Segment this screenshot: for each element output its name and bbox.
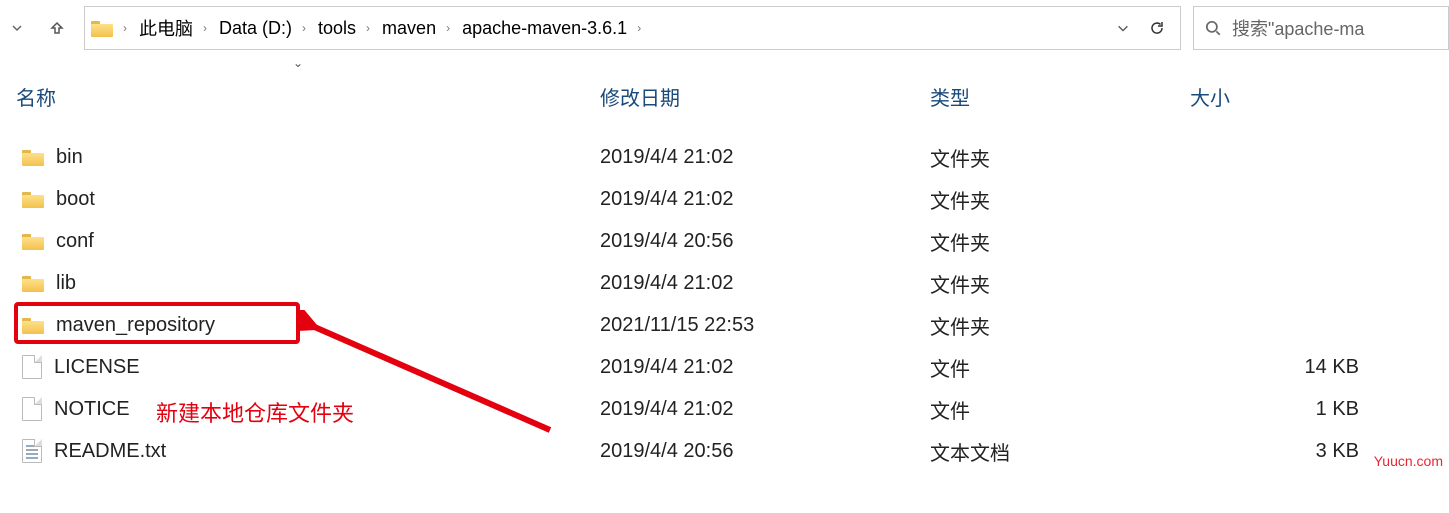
folder-icon <box>22 190 44 208</box>
cell-type: 文本文档 <box>930 437 1190 466</box>
toolbar: › 此电脑› Data (D:)› tools› maven› apache-m… <box>0 0 1449 56</box>
column-headers: 名称 修改日期 类型 大小 <box>0 74 1449 118</box>
cell-type: 文件 <box>930 353 1190 382</box>
breadcrumb-item[interactable]: maven› <box>376 18 456 39</box>
breadcrumb-item[interactable]: tools› <box>312 18 376 39</box>
file-name: boot <box>56 188 95 211</box>
file-row[interactable]: LICENSE 2019/4/4 21:02文件14 KB <box>0 346 1449 388</box>
cell-type: 文件夹 <box>930 143 1190 172</box>
breadcrumb-item[interactable]: 此电脑› <box>133 15 213 41</box>
text-file-icon <box>22 439 42 463</box>
breadcrumb-label: maven <box>382 18 436 39</box>
file-row[interactable]: README.txt2019/4/4 20:56文本文档3 KB <box>0 430 1449 472</box>
column-date[interactable]: 修改日期 <box>600 82 930 111</box>
file-row[interactable]: maven_repository 2021/11/15 22:53文件夹 <box>0 304 1449 346</box>
history-chevron-icon[interactable]: ⌄ <box>293 56 303 70</box>
file-row[interactable]: boot 2019/4/4 21:02文件夹 <box>0 178 1449 220</box>
cell-date: 2019/4/4 21:02 <box>600 398 930 421</box>
cell-date: 2019/4/4 21:02 <box>600 356 930 379</box>
cell-date: 2019/4/4 21:02 <box>600 272 930 295</box>
file-name: conf <box>56 230 94 253</box>
search-box[interactable]: 搜索"apache-ma <box>1193 6 1449 50</box>
file-name: maven_repository <box>56 314 215 337</box>
file-name: bin <box>56 146 83 169</box>
cell-name: boot <box>0 188 600 211</box>
breadcrumb-label: apache-maven-3.6.1 <box>462 18 627 39</box>
cell-name: lib <box>0 272 600 295</box>
column-name[interactable]: 名称 <box>0 82 600 111</box>
cell-type: 文件夹 <box>930 311 1190 340</box>
cell-date: 2019/4/4 21:02 <box>600 146 930 169</box>
cell-date: 2021/11/15 22:53 <box>600 314 930 337</box>
nav-up-button[interactable] <box>40 11 74 45</box>
cell-date: 2019/4/4 20:56 <box>600 440 930 463</box>
breadcrumb-label: tools <box>318 18 356 39</box>
address-bar[interactable]: › 此电脑› Data (D:)› tools› maven› apache-m… <box>84 6 1181 50</box>
cell-name: README.txt <box>0 439 600 463</box>
cell-date: 2019/4/4 21:02 <box>600 188 930 211</box>
file-icon <box>22 355 42 379</box>
cell-name: maven_repository <box>0 314 600 337</box>
cell-name: LICENSE <box>0 355 600 379</box>
file-row[interactable]: bin 2019/4/4 21:02文件夹 <box>0 136 1449 178</box>
watermark: Yuucn.com <box>1374 453 1443 469</box>
breadcrumb-label: Data (D:) <box>219 18 292 39</box>
cell-date: 2019/4/4 20:56 <box>600 230 930 253</box>
file-name: README.txt <box>54 440 166 463</box>
folder-icon <box>22 274 44 292</box>
nav-back-dropdown[interactable] <box>0 11 34 45</box>
cell-type: 文件 <box>930 395 1190 424</box>
folder-icon <box>91 19 113 37</box>
column-type[interactable]: 类型 <box>930 82 1190 111</box>
cell-size: 14 KB <box>1190 356 1449 379</box>
cell-type: 文件夹 <box>930 227 1190 256</box>
folder-icon <box>22 148 44 166</box>
cell-name: conf <box>0 230 600 253</box>
file-name: LICENSE <box>54 356 140 379</box>
breadcrumb-item[interactable]: Data (D:)› <box>213 18 312 39</box>
annotation-text: 新建本地仓库文件夹 <box>156 396 354 428</box>
cell-type: 文件夹 <box>930 269 1190 298</box>
breadcrumb-item[interactable]: apache-maven-3.6.1› <box>456 18 647 39</box>
breadcrumb-label: 此电脑 <box>139 15 193 41</box>
column-size[interactable]: 大小 <box>1190 82 1449 111</box>
file-icon <box>22 397 42 421</box>
address-dropdown-icon[interactable] <box>1106 11 1140 45</box>
file-name: NOTICE <box>54 398 130 421</box>
search-placeholder: 搜索"apache-ma <box>1232 15 1364 41</box>
file-row[interactable]: lib 2019/4/4 21:02文件夹 <box>0 262 1449 304</box>
breadcrumb-chevron[interactable]: › <box>113 21 133 35</box>
file-name: lib <box>56 272 76 295</box>
cell-name: bin <box>0 146 600 169</box>
refresh-button[interactable] <box>1140 11 1174 45</box>
cell-type: 文件夹 <box>930 185 1190 214</box>
cell-size: 1 KB <box>1190 398 1449 421</box>
file-row[interactable]: conf 2019/4/4 20:56文件夹 <box>0 220 1449 262</box>
folder-icon <box>22 232 44 250</box>
search-icon <box>1204 19 1222 37</box>
folder-icon <box>22 316 44 334</box>
